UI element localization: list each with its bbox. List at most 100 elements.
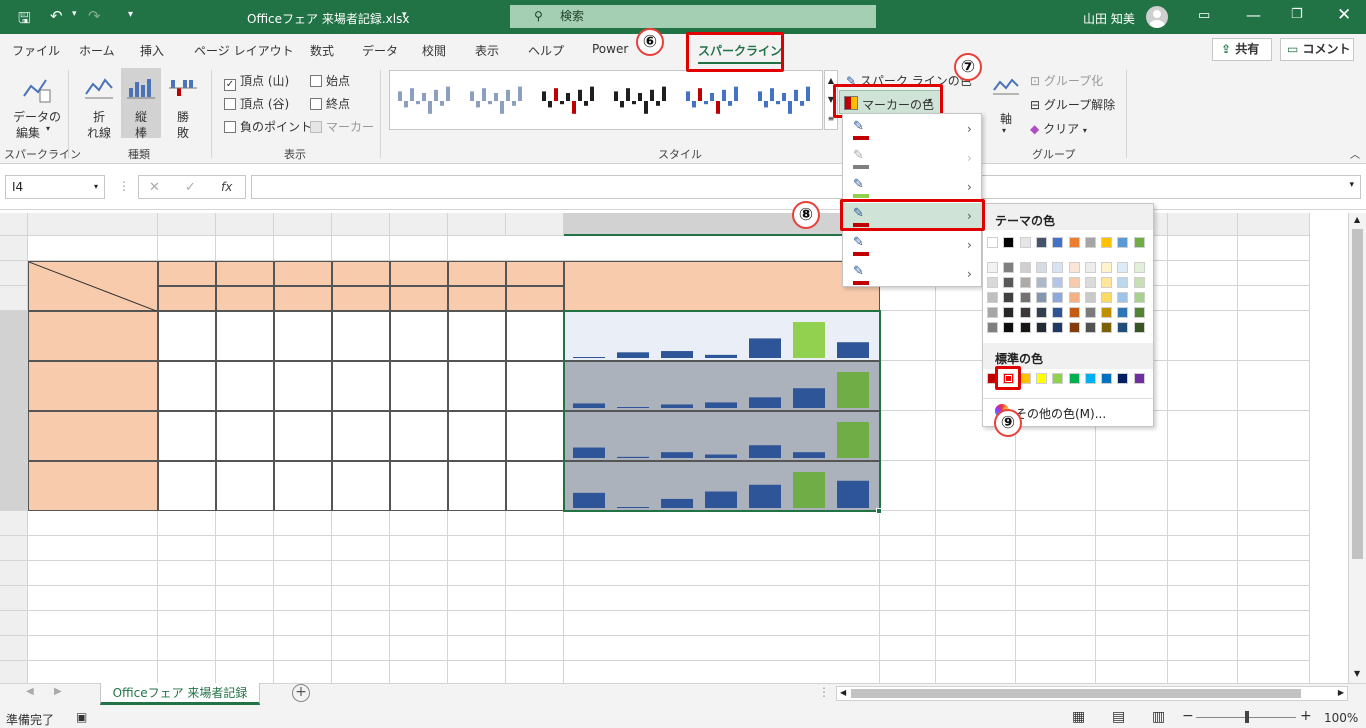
cell[interactable]	[390, 561, 448, 586]
theme-shade-swatch[interactable]	[1133, 307, 1145, 318]
cell[interactable]	[1096, 511, 1168, 536]
cell[interactable]	[1238, 586, 1310, 611]
cell[interactable]	[158, 536, 216, 561]
next-sheet-icon[interactable]: ▶	[54, 686, 62, 697]
value-cell[interactable]	[274, 311, 332, 361]
value-cell[interactable]	[216, 311, 274, 361]
cell[interactable]	[332, 661, 390, 683]
cell[interactable]	[216, 611, 274, 636]
theme-color-swatch[interactable]	[1003, 237, 1015, 248]
cell[interactable]	[448, 611, 506, 636]
zoom-in-icon[interactable]: +	[1300, 708, 1312, 724]
row-header[interactable]	[0, 661, 28, 683]
theme-shade-swatch[interactable]	[1101, 262, 1113, 273]
tab-help[interactable]: ヘルプ	[528, 42, 564, 59]
cell[interactable]	[274, 536, 332, 561]
cell[interactable]	[390, 661, 448, 683]
column-header[interactable]	[274, 213, 332, 236]
theme-shade-swatch[interactable]	[1003, 307, 1015, 318]
cell[interactable]	[1168, 261, 1238, 286]
theme-shade-swatch[interactable]	[1117, 292, 1129, 303]
cell[interactable]	[1238, 561, 1310, 586]
theme-shade-swatch[interactable]	[1068, 262, 1080, 273]
prev-sheet-icon[interactable]: ◀	[26, 686, 34, 697]
sparkline-cell[interactable]	[564, 411, 880, 461]
cell[interactable]	[274, 236, 332, 261]
cell[interactable]	[936, 586, 1016, 611]
date-header-cell[interactable]	[332, 261, 390, 286]
tab-file[interactable]: ファイル	[12, 42, 60, 59]
cell[interactable]	[1016, 461, 1096, 511]
theme-shade-swatch[interactable]	[1068, 277, 1080, 288]
cell[interactable]	[1096, 561, 1168, 586]
cell[interactable]	[216, 636, 274, 661]
theme-color-swatch[interactable]	[1084, 237, 1096, 248]
cell[interactable]	[1168, 661, 1238, 683]
cell[interactable]	[332, 236, 390, 261]
value-cell[interactable]	[448, 311, 506, 361]
zoom-level[interactable]: 100%	[1324, 711, 1358, 725]
cell[interactable]	[564, 611, 880, 636]
cell[interactable]	[936, 536, 1016, 561]
theme-shade-swatch[interactable]	[1003, 292, 1015, 303]
column-header[interactable]	[332, 213, 390, 236]
cell[interactable]	[448, 536, 506, 561]
value-cell[interactable]	[158, 361, 216, 411]
theme-color-swatch[interactable]	[1101, 237, 1113, 248]
row-header[interactable]	[0, 511, 28, 536]
standard-color-swatch[interactable]	[1084, 373, 1096, 384]
file-name-dropdown-icon[interactable]: ▾	[402, 10, 407, 20]
theme-shade-swatch[interactable]	[1003, 277, 1015, 288]
theme-shade-swatch[interactable]	[1084, 307, 1096, 318]
value-cell[interactable]	[448, 411, 506, 461]
value-cell[interactable]	[216, 461, 274, 511]
theme-shade-swatch[interactable]	[1035, 322, 1047, 333]
session-label-cell[interactable]	[28, 411, 158, 461]
fill-handle[interactable]	[876, 508, 882, 514]
tab-review[interactable]: 校閲	[422, 42, 446, 59]
theme-shade-swatch[interactable]	[987, 277, 998, 288]
tab-page-layout[interactable]: ページ レイアウト	[194, 42, 294, 59]
value-cell[interactable]	[158, 461, 216, 511]
theme-shade-swatch[interactable]	[987, 307, 998, 318]
cell[interactable]	[936, 561, 1016, 586]
cell[interactable]	[448, 661, 506, 683]
cell[interactable]	[216, 561, 274, 586]
cell[interactable]	[390, 586, 448, 611]
cell[interactable]	[1238, 311, 1310, 361]
theme-shade-swatch[interactable]	[1052, 262, 1064, 273]
cell[interactable]	[332, 611, 390, 636]
cell[interactable]	[390, 511, 448, 536]
zoom-slider-thumb[interactable]	[1245, 711, 1249, 723]
value-cell[interactable]	[274, 411, 332, 461]
cell[interactable]	[880, 411, 936, 461]
theme-shade-swatch[interactable]	[1133, 277, 1145, 288]
undo-icon[interactable]: ↶	[50, 7, 63, 25]
cell[interactable]	[1238, 661, 1310, 683]
session-label-cell[interactable]	[28, 461, 158, 511]
date-header-cell[interactable]	[390, 261, 448, 286]
theme-shade-swatch[interactable]	[1101, 277, 1113, 288]
cell[interactable]	[564, 536, 880, 561]
cell[interactable]	[880, 311, 936, 361]
tab-formulas[interactable]: 数式	[310, 42, 334, 59]
insert-function-icon[interactable]: fx	[221, 180, 232, 194]
standard-color-swatch[interactable]	[1133, 373, 1145, 384]
theme-shade-swatch[interactable]	[1035, 307, 1047, 318]
theme-shade-swatch[interactable]	[1068, 292, 1080, 303]
theme-shade-swatch[interactable]	[1133, 262, 1145, 273]
cell[interactable]	[1238, 286, 1310, 311]
value-cell[interactable]	[274, 361, 332, 411]
standard-color-swatch[interactable]	[1101, 373, 1113, 384]
ungroup-button[interactable]: ⊟ グループ解除	[1030, 96, 1115, 113]
cell[interactable]	[332, 536, 390, 561]
cell[interactable]	[274, 511, 332, 536]
value-cell[interactable]	[390, 411, 448, 461]
row-header[interactable]	[0, 536, 28, 561]
session-label-cell[interactable]	[28, 361, 158, 411]
cell[interactable]	[390, 611, 448, 636]
cell[interactable]	[216, 511, 274, 536]
weekday-header-cell[interactable]	[158, 286, 216, 311]
comment-button[interactable]: ▭ コメント	[1280, 38, 1354, 61]
theme-shade-swatch[interactable]	[1052, 277, 1064, 288]
